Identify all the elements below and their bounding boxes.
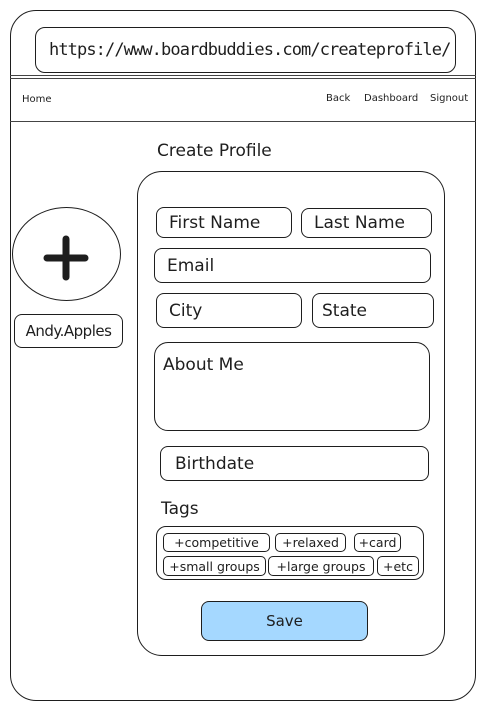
city-input[interactable]: City (156, 293, 302, 328)
birthdate-placeholder: Birthdate (175, 453, 255, 474)
nav-signout-link[interactable]: Signout (430, 93, 468, 104)
tag-large-groups[interactable]: +large groups (268, 556, 374, 576)
first-name-placeholder: First Name (169, 212, 261, 233)
tag-relaxed[interactable]: +relaxed (275, 533, 346, 552)
nav-dashboard-link[interactable]: Dashboard (364, 93, 418, 104)
birthdate-input[interactable]: Birthdate (160, 446, 429, 481)
city-placeholder: City (169, 300, 203, 321)
username-text: Andy.Apples (25, 322, 112, 340)
about-me-placeholder: About Me (163, 355, 244, 375)
state-placeholder: State (322, 300, 367, 321)
plus-icon (43, 235, 89, 281)
save-button[interactable]: Save (201, 601, 368, 641)
url-bar[interactable]: https://www.boardbuddies.com/createprofi… (35, 27, 456, 73)
nav-back-link[interactable]: Back (326, 93, 350, 104)
email-placeholder: Email (167, 255, 215, 276)
tags-label: Tags (161, 499, 199, 519)
url-text: https://www.boardbuddies.com/createprofi… (49, 40, 451, 60)
nav-divider (10, 121, 476, 122)
save-label: Save (266, 612, 303, 630)
nav-home-link[interactable]: Home (22, 94, 52, 105)
tag-card[interactable]: +card (354, 533, 401, 552)
username-box: Andy.Apples (14, 314, 123, 348)
header-divider (10, 75, 476, 79)
about-me-input[interactable]: About Me (154, 342, 430, 431)
state-input[interactable]: State (312, 293, 434, 328)
tag-small-groups[interactable]: +small groups (163, 556, 266, 576)
tag-competitive[interactable]: +competitive (163, 533, 270, 552)
page-title: Create Profile (157, 141, 272, 161)
last-name-input[interactable]: Last Name (301, 208, 432, 238)
first-name-input[interactable]: First Name (156, 207, 292, 238)
avatar-upload-button[interactable] (12, 207, 121, 301)
email-input[interactable]: Email (154, 248, 431, 283)
tag-etc[interactable]: +etc (377, 556, 419, 576)
last-name-placeholder: Last Name (314, 213, 405, 233)
